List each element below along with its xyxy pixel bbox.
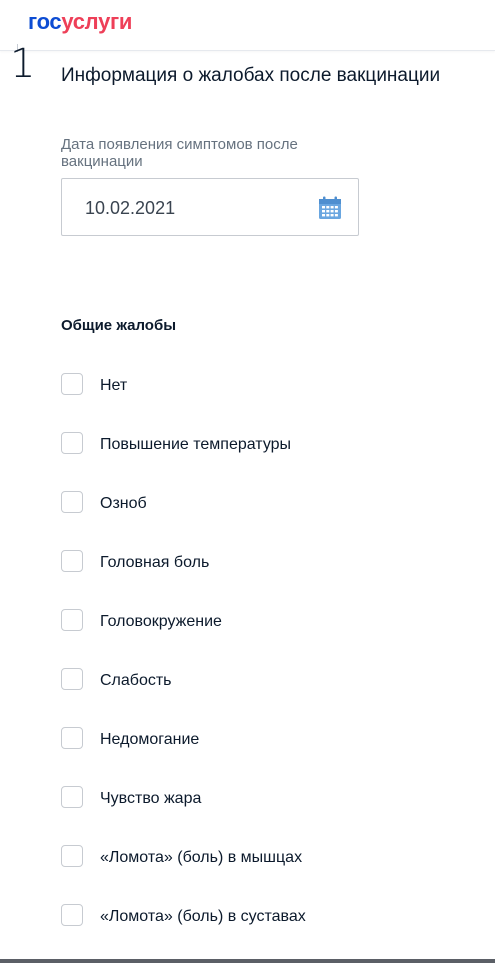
checkbox-label[interactable]: Головная боль	[100, 554, 209, 572]
logo-part-uslugi: услуги	[61, 9, 133, 34]
complaint-option-headache[interactable]: Головная боль	[61, 550, 481, 609]
complaint-option-muscle-ache[interactable]: «Ломота» (боль) в мышцах	[61, 845, 481, 904]
complaint-option-fever[interactable]: Повышение температуры	[61, 432, 481, 491]
calendar-icon[interactable]	[318, 196, 342, 220]
checkbox[interactable]	[61, 904, 83, 926]
checkbox-label[interactable]: Головокружение	[100, 613, 222, 631]
symptom-date-value: 10.02.2021	[85, 198, 176, 218]
symptom-date-input[interactable]: 10.02.2021	[61, 178, 359, 236]
checkbox-label[interactable]: «Ломота» (боль) в мышцах	[100, 849, 302, 867]
step-number: 1	[10, 41, 36, 87]
complaint-option-feeling-hot[interactable]: Чувство жара	[61, 786, 481, 845]
checkbox[interactable]	[61, 786, 83, 808]
complaint-option-weakness[interactable]: Слабость	[61, 668, 481, 727]
bottom-edge-bar	[0, 959, 495, 963]
complaint-option-malaise[interactable]: Недомогание	[61, 727, 481, 786]
checkbox-label[interactable]: Нет	[100, 377, 127, 395]
date-field-label: Дата появления симптомов после вакцинаци…	[61, 136, 298, 170]
complaint-option-dizziness[interactable]: Головокружение	[61, 609, 481, 668]
complaint-option-none[interactable]: Нет	[61, 373, 481, 432]
checkbox-label[interactable]: Чувство жара	[100, 790, 201, 808]
complaints-checklist: Нет Повышение температуры Озноб Головная…	[61, 373, 481, 963]
checkbox[interactable]	[61, 609, 83, 631]
logo-part-gos: гос	[28, 9, 62, 34]
checkbox[interactable]	[61, 727, 83, 749]
checkbox[interactable]	[61, 491, 83, 513]
checkbox-label[interactable]: Недомогание	[100, 731, 199, 749]
checkbox-label[interactable]: Повышение температуры	[100, 436, 291, 454]
checkbox-label[interactable]: «Ломота» (боль) в суставах	[100, 908, 306, 926]
complaints-group-title: Общие жалобы	[61, 317, 177, 334]
section-title: Информация о жалобах после вакцинации	[61, 65, 441, 86]
checkbox[interactable]	[61, 845, 83, 867]
checkbox[interactable]	[61, 668, 83, 690]
checkbox[interactable]	[61, 550, 83, 572]
checkbox-label[interactable]: Озноб	[100, 495, 147, 513]
gosuslugi-logo[interactable]: госуслуги	[28, 9, 132, 35]
checkbox[interactable]	[61, 432, 83, 454]
complaint-option-joint-ache[interactable]: «Ломота» (боль) в суставах	[61, 904, 481, 963]
checkbox-label[interactable]: Слабость	[100, 672, 172, 690]
top-header: госуслуги	[0, 0, 495, 51]
complaint-option-chills[interactable]: Озноб	[61, 491, 481, 550]
checkbox[interactable]	[61, 373, 83, 395]
